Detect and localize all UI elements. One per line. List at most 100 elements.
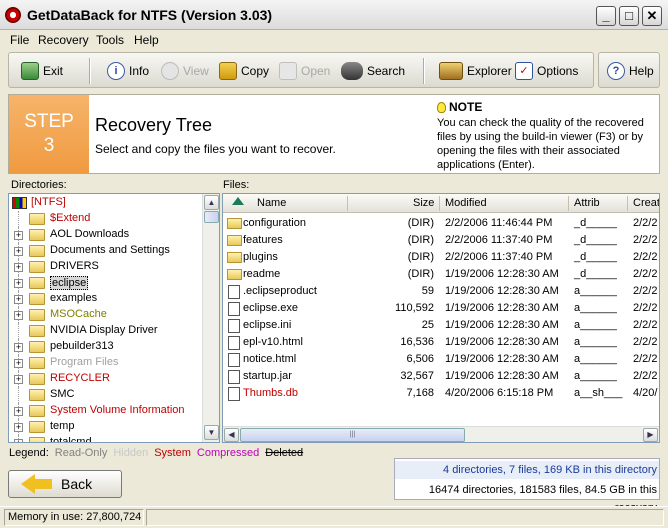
expand-icon[interactable]: + — [14, 439, 23, 442]
tree-root[interactable]: [NTFS] — [9, 195, 204, 211]
tree-item[interactable]: + Documents and Settings — [9, 243, 204, 259]
file-row[interactable]: features (DIR) 2/2/2006 11:37:40 PM _d_____… — [223, 232, 659, 249]
scroll-down-button[interactable]: ▼ — [204, 425, 219, 440]
options-button[interactable]: ✓ Options — [515, 61, 578, 81]
tree-item[interactable]: + MSOCache — [9, 307, 204, 323]
file-row[interactable]: startup.jar 32,567 1/19/2006 12:28:30 AM a_… — [223, 368, 659, 385]
folder-icon — [29, 373, 45, 385]
file-row[interactable]: notice.html 6,506 1/19/2006 12:28:30 AM a__… — [223, 351, 659, 368]
drive-icon — [12, 197, 27, 209]
note-body: You can check the quality of the recover… — [437, 117, 644, 171]
file-name: .eclipseproduct — [243, 285, 317, 297]
note-title: NOTE — [437, 100, 482, 114]
folder-icon — [29, 213, 45, 225]
expand-icon[interactable]: + — [14, 359, 23, 368]
scroll-up-button[interactable]: ▲ — [204, 195, 219, 210]
column-created[interactable]: Creat — [633, 197, 659, 209]
help-button[interactable]: ? Help — [607, 61, 654, 81]
maximize-button[interactable]: □ — [619, 6, 639, 26]
minimize-button[interactable]: _ — [596, 6, 616, 26]
file-name: startup.jar — [243, 370, 292, 382]
scroll-left-button[interactable]: ◀ — [224, 428, 239, 442]
tree-item[interactable]: NVIDIA Display Driver — [9, 323, 204, 339]
files-horizontal-scrollbar[interactable]: ◀ ||| ▶ — [223, 426, 659, 442]
scroll-right-button[interactable]: ▶ — [643, 428, 658, 442]
back-arrow-icon — [21, 473, 53, 495]
tree-item[interactable]: + temp — [9, 419, 204, 435]
folder-icon — [29, 405, 45, 417]
back-button[interactable]: Back — [8, 470, 122, 498]
info-button[interactable]: i Info — [107, 61, 149, 81]
column-size[interactable]: Size — [413, 197, 434, 209]
view-button[interactable]: View — [161, 61, 209, 81]
expand-icon[interactable]: + — [14, 407, 23, 416]
file-row[interactable]: configuration (DIR) 2/2/2006 11:46:44 PM _d… — [223, 215, 659, 232]
tree-item[interactable]: + RECYCLER — [9, 371, 204, 387]
tree-item[interactable]: + DRIVERS — [9, 259, 204, 275]
expand-icon[interactable]: + — [14, 311, 23, 320]
file-row[interactable]: epl-v10.html 16,536 1/19/2006 12:28:30 AM a… — [223, 334, 659, 351]
file-attrib: a______ — [574, 319, 617, 331]
tree-item[interactable]: + System Volume Information — [9, 403, 204, 419]
file-row[interactable]: readme (DIR) 1/19/2006 12:28:30 AM _d_____ 2… — [223, 266, 659, 283]
menu-help[interactable]: Help — [134, 33, 159, 47]
tree-item-label: RECYCLER — [50, 372, 110, 384]
column-divider — [347, 196, 348, 211]
file-row[interactable]: .eclipseproduct 59 1/19/2006 12:28:30 AM a_… — [223, 283, 659, 300]
file-row[interactable]: plugins (DIR) 2/2/2006 11:37:40 PM _d_____ 2… — [223, 249, 659, 266]
open-button[interactable]: Open — [279, 61, 330, 81]
folder-icon — [227, 252, 242, 263]
tree-item[interactable]: + AOL Downloads — [9, 227, 204, 243]
tree-item[interactable]: SMC — [9, 387, 204, 403]
menu-tools[interactable]: Tools — [96, 33, 124, 47]
expand-icon[interactable]: + — [14, 375, 23, 384]
file-attrib: _d_____ — [574, 217, 617, 229]
column-modified[interactable]: Modified — [445, 197, 487, 209]
expand-icon[interactable]: + — [14, 423, 23, 432]
file-created: 2/2/2 — [633, 302, 658, 314]
file-modified: 1/19/2006 12:28:30 AM — [445, 268, 559, 280]
up-arrow-icon[interactable] — [232, 197, 244, 205]
menu-file[interactable]: File — [10, 33, 29, 47]
close-button[interactable]: ✕ — [642, 6, 662, 26]
search-button[interactable]: Search — [341, 61, 405, 81]
copy-button[interactable]: Copy — [219, 61, 269, 81]
tree-item[interactable]: + totalcmd — [9, 435, 204, 442]
expand-icon[interactable]: + — [14, 279, 23, 288]
expand-icon[interactable]: + — [14, 263, 23, 272]
scroll-thumb[interactable]: ||| — [240, 428, 465, 442]
file-modified: 1/19/2006 12:28:30 AM — [445, 370, 559, 382]
app-icon[interactable] — [5, 7, 21, 23]
tree-item[interactable]: + eclipse — [9, 275, 204, 291]
menu-recovery[interactable]: Recovery — [38, 33, 89, 47]
column-attrib[interactable]: Attrib — [574, 197, 600, 209]
file-created: 2/2/2 — [633, 234, 658, 246]
file-row[interactable]: eclipse.exe 110,592 1/19/2006 12:28:30 AM a… — [223, 300, 659, 317]
tree-item[interactable]: + pebuilder313 — [9, 339, 204, 355]
recovery-totals: 16474 directories, 181583 files, 84.5 GB… — [428, 484, 657, 514]
expand-icon[interactable]: + — [14, 295, 23, 304]
expand-icon[interactable]: + — [14, 343, 23, 352]
folder-icon — [227, 269, 242, 280]
search-label: Search — [367, 64, 406, 78]
expand-icon[interactable]: + — [14, 231, 23, 240]
file-row[interactable]: eclipse.ini 25 1/19/2006 12:28:30 AM a_____… — [223, 317, 659, 334]
explorer-button[interactable]: Explorer — [439, 61, 512, 81]
file-size: 110,592 — [395, 302, 434, 314]
legend-item: Read-Only — [54, 447, 108, 459]
directory-tree[interactable]: [NTFS] $Extend + AOL Downloads + Documents an… — [8, 193, 220, 443]
file-created: 4/20/ — [633, 387, 658, 399]
tree-item[interactable]: $Extend — [9, 211, 204, 227]
step-badge: STEP 3 — [9, 95, 89, 173]
exit-button[interactable]: Exit — [21, 61, 63, 81]
file-attrib: a______ — [574, 370, 617, 382]
file-list[interactable]: Name Size Modified Attrib Creat configur… — [222, 193, 660, 443]
file-row[interactable]: Thumbs.db 7,168 4/20/2006 6:15:18 PM a__sh_… — [223, 385, 659, 402]
file-name: Thumbs.db — [243, 387, 299, 399]
tree-vertical-scrollbar[interactable]: ▲ ▼ — [202, 194, 219, 442]
scroll-thumb[interactable] — [204, 211, 219, 223]
column-name[interactable]: Name — [257, 197, 286, 209]
tree-item[interactable]: + examples — [9, 291, 204, 307]
tree-item[interactable]: + Program Files — [9, 355, 204, 371]
expand-icon[interactable]: + — [14, 247, 23, 256]
